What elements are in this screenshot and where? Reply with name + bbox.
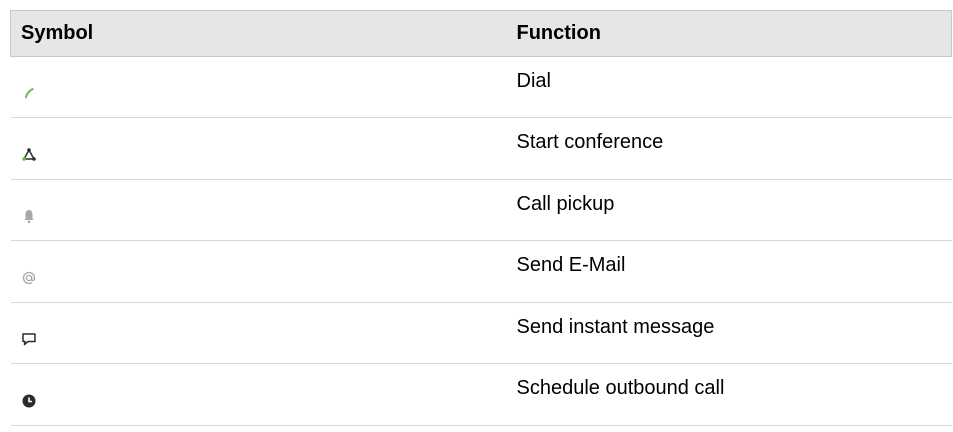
symbol-cell — [10, 240, 507, 303]
table-row: Call pickup — [10, 179, 952, 241]
function-cell: Call pickup — [506, 179, 952, 241]
bell-icon — [21, 208, 37, 224]
table-row: Send instant message — [10, 302, 952, 364]
symbol-cell — [10, 302, 507, 364]
function-cell: Send instant message — [506, 302, 952, 364]
function-label: Start conference — [516, 131, 664, 153]
symbol-cell — [10, 179, 507, 241]
function-cell: Send E-Mail — [506, 240, 952, 303]
chat-bubble-icon — [21, 331, 37, 347]
symbol-column-header: Symbol — [10, 10, 507, 57]
conference-icon — [21, 147, 37, 163]
table-row: Schedule outbound call — [10, 363, 952, 426]
symbol-cell — [10, 117, 507, 180]
symbol-cell — [10, 363, 507, 426]
function-cell: Dial — [506, 56, 952, 118]
function-label: Call pickup — [516, 193, 615, 215]
at-sign-icon — [21, 270, 37, 286]
function-column-header: Function — [506, 10, 952, 57]
table-row: Dial — [10, 56, 952, 118]
clock-icon — [21, 393, 37, 409]
function-label: Schedule outbound call — [516, 377, 725, 399]
function-label: Send E-Mail — [516, 254, 626, 276]
table-row: Send E-Mail — [10, 240, 952, 303]
table-header-row: Symbol Function — [10, 10, 952, 57]
function-label: Send instant message — [516, 316, 715, 338]
function-cell: Schedule outbound call — [506, 363, 952, 426]
phone-icon — [21, 85, 37, 101]
function-cell: Start conference — [506, 117, 952, 180]
symbol-cell — [10, 56, 507, 118]
symbol-function-table: Symbol Function Dial Start conference Ca… — [10, 10, 952, 426]
function-label: Dial — [516, 70, 551, 92]
table-row: Start conference — [10, 117, 952, 180]
